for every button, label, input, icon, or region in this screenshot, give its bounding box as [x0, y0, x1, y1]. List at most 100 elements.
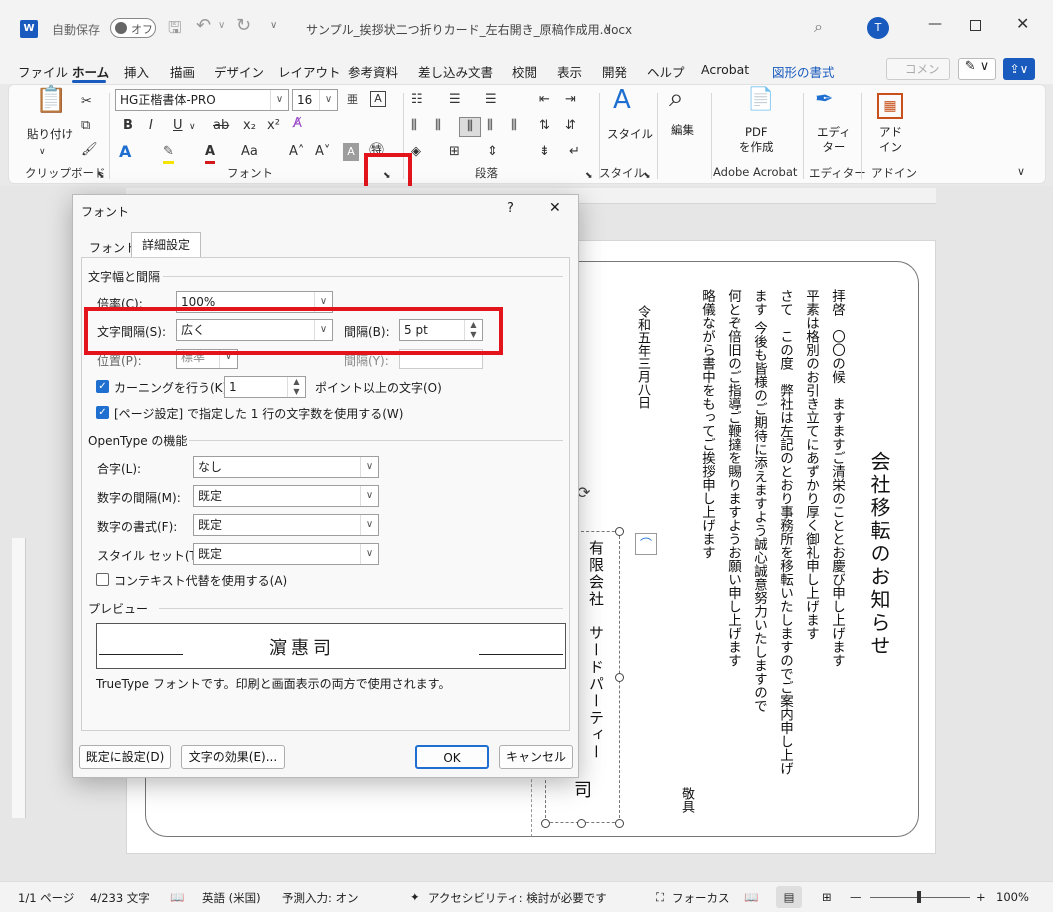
spinner-arrows-icon[interactable]: ▲ ▼ — [287, 377, 305, 397]
text-effects-button[interactable]: 文字の効果(E)... — [181, 745, 285, 769]
align-top-icon[interactable]: ⫼ — [411, 117, 417, 135]
show-marks-icon[interactable]: ↵ — [569, 143, 580, 161]
tab-shape-format[interactable]: 図形の書式 — [772, 62, 835, 81]
tab-file[interactable]: ファイル — [18, 62, 68, 81]
status-predict[interactable]: 予測入力: オン — [282, 890, 359, 906]
phonetic-guide-icon[interactable]: 亜 — [347, 91, 358, 109]
editor-icon[interactable]: ✒ — [815, 89, 833, 111]
style-launcher-icon[interactable]: ⬊ — [643, 167, 651, 185]
enclose-character-icon[interactable]: A — [370, 91, 386, 107]
layout-options-icon[interactable]: ⌒ — [635, 533, 657, 555]
zoom-slider[interactable] — [870, 891, 970, 903]
underline-dropdown-icon[interactable]: ∨ — [189, 118, 196, 136]
share-button[interactable]: ⇪∨ — [1003, 58, 1035, 80]
shading-icon[interactable]: ◈ — [411, 143, 421, 161]
find-icon[interactable]: ⌕ — [669, 85, 684, 111]
cancel-button[interactable]: キャンセル — [499, 745, 573, 769]
kerning-checkbox[interactable]: ✓ — [96, 380, 109, 393]
bold-icon[interactable]: B — [123, 117, 133, 135]
bullets-icon[interactable]: ☷ — [411, 91, 423, 109]
focus-icon[interactable]: ⛶ — [656, 890, 664, 905]
underline-icon[interactable]: U — [173, 117, 183, 135]
resize-handle[interactable] — [615, 819, 624, 828]
contextual-checkbox[interactable] — [96, 573, 109, 586]
kerning-spinner[interactable]: 1 ▲ ▼ — [224, 376, 306, 398]
autosave-toggle[interactable]: オフ — [110, 18, 156, 38]
tab-mailings[interactable]: 差し込み文書 — [418, 62, 493, 81]
undo-icon[interactable]: ↶ — [196, 15, 211, 36]
paste-label[interactable]: 貼り付け — [27, 127, 73, 142]
undo-dropdown-icon[interactable]: ∨ — [218, 20, 225, 31]
comment-button[interactable]: コメント — [886, 58, 950, 96]
status-focus[interactable]: フォーカス — [672, 890, 730, 906]
editing-label[interactable]: 編集 — [671, 123, 694, 138]
avatar[interactable]: T — [867, 17, 889, 39]
font-size-change-icon[interactable]: Aa — [241, 143, 258, 161]
clear-formatting-icon[interactable]: A̸ — [293, 115, 302, 133]
ligatures-combo[interactable]: なし ∨ — [193, 456, 379, 478]
tab-review[interactable]: 校閲 — [512, 62, 537, 81]
asian-layout-icon[interactable]: ⇟ — [539, 143, 550, 161]
sort-icon[interactable]: ⇵ — [565, 117, 576, 135]
tab-font[interactable]: フォント — [89, 239, 137, 256]
format-painter-icon[interactable]: 🖌 — [81, 141, 98, 159]
line-spacing-icon[interactable]: ⇕ — [487, 143, 498, 161]
window-close-icon[interactable]: ✕ — [1016, 14, 1029, 33]
copy-icon[interactable]: ⧉ — [81, 117, 90, 135]
grid-checkbox[interactable]: ✓ — [96, 406, 109, 419]
search-icon[interactable]: ⌕ — [814, 17, 823, 37]
create-pdf-label[interactable]: PDF を作成 — [739, 125, 774, 155]
minimize-icon[interactable]: — — [928, 16, 942, 32]
borders-icon[interactable]: ⊞ — [449, 143, 460, 161]
multilevel-list-icon[interactable]: ☰ — [485, 91, 497, 109]
decrease-indent-icon[interactable]: ⇤ — [539, 91, 550, 109]
font-color-icon[interactable]: A — [205, 143, 216, 164]
subscript-icon[interactable]: x₂ — [243, 117, 256, 135]
grow-font-icon[interactable]: A˄ — [289, 143, 304, 161]
increase-indent-icon[interactable]: ⇥ — [565, 91, 576, 109]
filename-chevron-icon[interactable]: ∨ — [604, 21, 612, 34]
ribbon-collapse-icon[interactable]: ∨ — [1017, 163, 1025, 181]
font-size-combo[interactable]: 16 ∨ — [292, 89, 338, 111]
qat-more-icon[interactable]: ∨ — [270, 20, 277, 31]
align-middle-icon[interactable]: ⫼ — [435, 117, 441, 135]
read-mode-icon[interactable]: 📖 — [744, 890, 758, 904]
italic-icon[interactable]: I — [149, 117, 153, 135]
tab-insert[interactable]: 挿入 — [124, 62, 149, 81]
rotate-handle-icon[interactable]: ⟳ — [577, 483, 590, 502]
text-direction-icon[interactable]: ⇅ — [539, 117, 550, 135]
align-bottom-icon[interactable]: ⫼ — [459, 117, 481, 137]
tab-view[interactable]: 表示 — [557, 62, 582, 81]
status-accessibility[interactable]: アクセシビリティ: 検討が必要です — [428, 890, 607, 906]
status-zoom[interactable]: 100% — [996, 890, 1029, 904]
print-layout-icon[interactable]: ▤ — [776, 886, 802, 908]
paste-icon[interactable]: 📋 — [35, 87, 67, 113]
ok-button[interactable]: OK — [415, 745, 489, 769]
status-page[interactable]: 1/1 ページ — [18, 890, 74, 906]
resize-handle[interactable] — [541, 819, 550, 828]
character-shading-icon[interactable]: A — [343, 143, 359, 161]
dialog-close-icon[interactable]: ✕ — [549, 200, 561, 216]
shrink-font-icon[interactable]: A˅ — [315, 143, 330, 161]
tab-advanced[interactable]: 詳細設定 — [131, 232, 201, 258]
status-language[interactable]: 英語 (米国) — [202, 890, 261, 906]
addins-label[interactable]: アド イン — [879, 125, 902, 155]
zoom-out-icon[interactable]: — — [850, 890, 862, 904]
num-spacing-combo[interactable]: 既定 ∨ — [193, 485, 379, 507]
styles-label[interactable]: スタイル — [607, 127, 653, 142]
save-icon[interactable]: 🖫 — [168, 17, 182, 44]
zoom-thumb[interactable] — [917, 891, 921, 903]
distribute-icon[interactable]: ⫼ — [487, 117, 493, 135]
web-layout-icon[interactable]: ⊞ — [822, 890, 832, 904]
proofing-icon[interactable]: 📖 — [170, 890, 184, 904]
tab-help[interactable]: ヘルプ — [647, 62, 685, 81]
maximize-icon[interactable] — [970, 20, 981, 31]
create-pdf-icon[interactable]: 📄 — [747, 89, 774, 111]
strikethrough-icon[interactable]: ab — [213, 117, 229, 135]
set-default-button[interactable]: 既定に設定(D) — [79, 745, 171, 769]
help-button[interactable]: ? — [507, 201, 514, 216]
status-words[interactable]: 4/233 文字 — [90, 890, 150, 906]
resize-handle[interactable] — [615, 673, 624, 682]
tab-developer[interactable]: 開発 — [602, 62, 627, 81]
editor-label[interactable]: エディ ター — [817, 125, 851, 155]
